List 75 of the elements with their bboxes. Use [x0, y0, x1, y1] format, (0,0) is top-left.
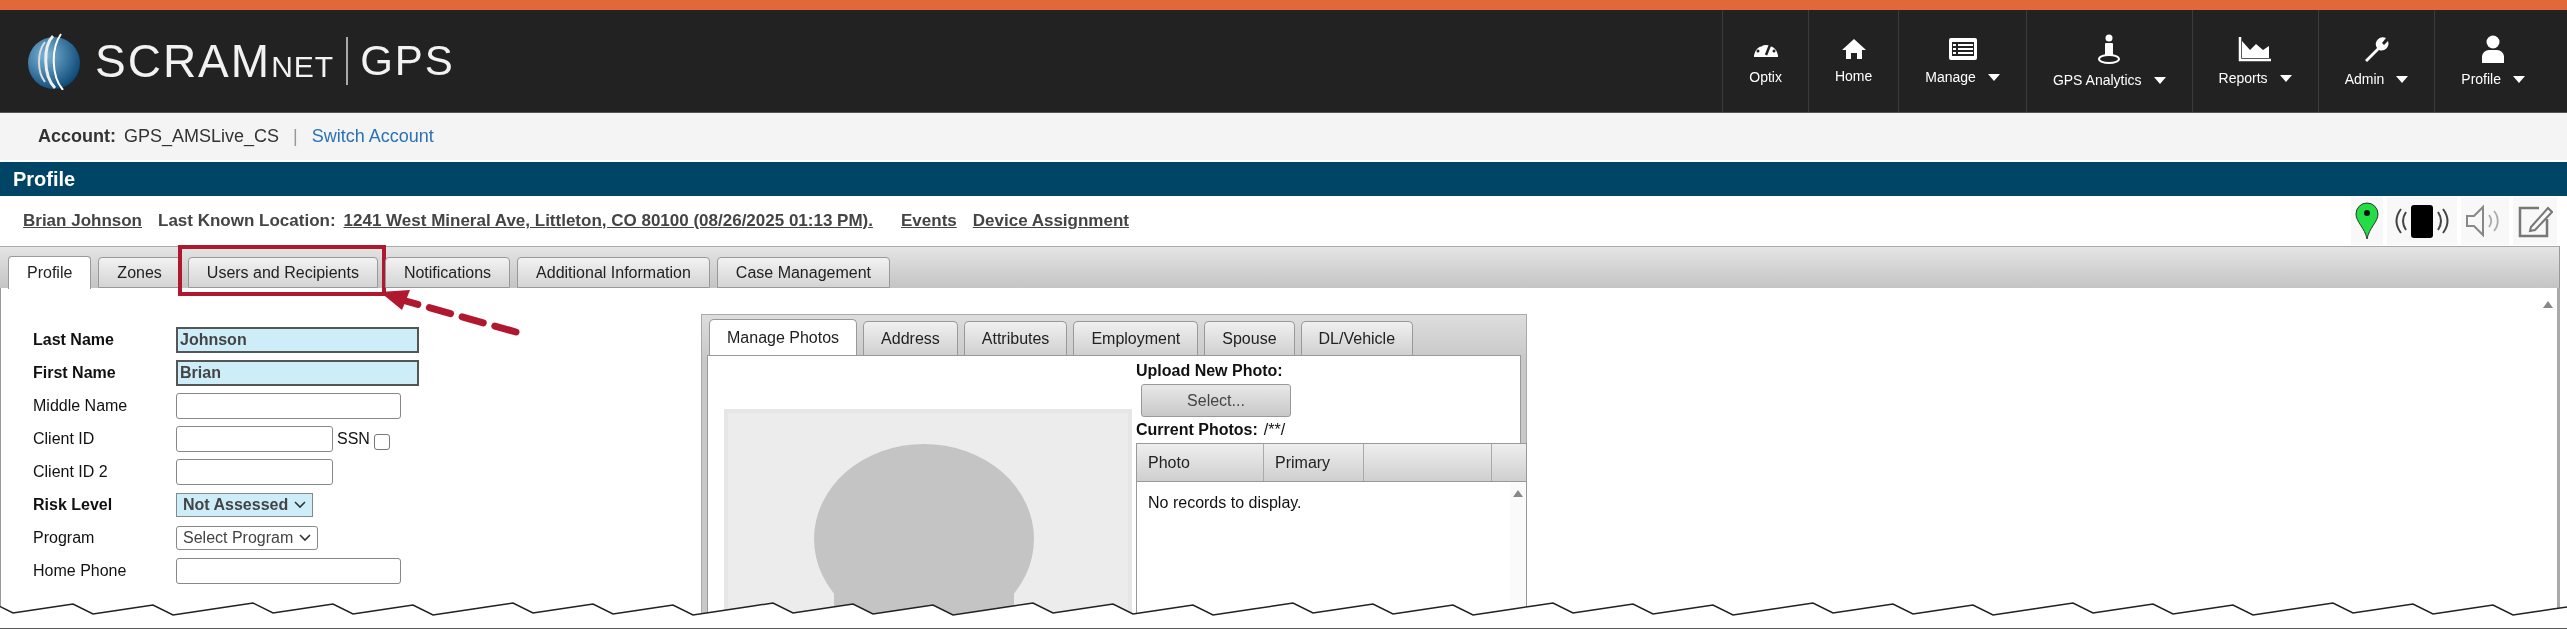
checkbox-label: SSN	[337, 430, 370, 448]
location-link[interactable]: 1241 West Mineral Ave, Littleton, CO 80100 (08/26/2025 01:13 PM).	[343, 211, 873, 231]
field-label: Home Phone	[33, 562, 128, 580]
input-field[interactable]: Johnson	[176, 327, 419, 353]
tab[interactable]: Case Management	[716, 257, 890, 288]
current-photos-value: /**/	[1263, 421, 1286, 439]
tab[interactable]: Manage Photos	[709, 319, 858, 355]
scroll-up-icon[interactable]	[2543, 301, 2553, 308]
field-label: Risk Level	[33, 496, 114, 514]
client-name-link[interactable]: Brian Johnson	[23, 211, 142, 231]
current-photos-label: Current Photos:	[1136, 421, 1258, 439]
nav-button[interactable]: Manage	[1898, 10, 2026, 112]
caret-icon	[2396, 75, 2409, 83]
info-link[interactable]: Events	[901, 211, 957, 231]
caret-icon	[1987, 73, 2000, 81]
field-label: Middle Name	[33, 397, 129, 415]
nav-button[interactable]: Home	[1807, 10, 1899, 112]
scroll-up-icon[interactable]	[1513, 490, 1523, 497]
caret-icon	[2279, 74, 2292, 82]
caret-icon	[2153, 76, 2166, 84]
location-label: Last Known Location:	[158, 211, 336, 231]
person-pin-icon	[2097, 34, 2122, 64]
separator: |	[293, 126, 298, 147]
info-link[interactable]: Device Assignment	[972, 211, 1129, 231]
account-label: Account:	[38, 126, 116, 147]
area-chart-icon	[2238, 36, 2273, 62]
field-label: First Name	[33, 364, 117, 382]
input-field[interactable]	[176, 558, 401, 584]
tab[interactable]: Additional Information	[517, 257, 710, 288]
tab[interactable]: Spouse	[1204, 321, 1295, 355]
upload-label: Upload New Photo:	[1136, 362, 1284, 380]
device-signal-icon[interactable]	[2387, 197, 2457, 245]
tab[interactable]: Address	[863, 321, 958, 355]
tab[interactable]: Notifications	[384, 257, 511, 288]
list-icon	[1947, 37, 1978, 61]
tab[interactable]: DL/Vehicle	[1300, 321, 1414, 355]
edit-icon[interactable]	[2513, 197, 2557, 245]
home-icon	[1840, 38, 1867, 60]
tab[interactable]: Profile	[8, 256, 92, 289]
logo-icon	[25, 32, 83, 90]
empty-message: No records to display.	[1147, 493, 1303, 513]
select-field[interactable]: Select Program	[176, 526, 319, 550]
tab[interactable]: Zones	[98, 257, 181, 288]
tab[interactable]: Attributes	[963, 321, 1068, 355]
column-header[interactable]: Photo	[1137, 444, 1264, 481]
speaker-icon[interactable]	[2461, 197, 2509, 245]
account-name: GPS_AMSLive_CS	[124, 126, 280, 147]
logo-wordmark: SCRAM NET	[95, 34, 335, 88]
tab[interactable]: Employment	[1073, 321, 1199, 355]
chevron-icon	[299, 534, 312, 542]
nav-button[interactable]: Reports	[2191, 10, 2318, 112]
select-button[interactable]: Select...	[1141, 384, 1291, 417]
field-label: Program	[33, 529, 96, 547]
input-field[interactable]	[176, 393, 401, 419]
input-field[interactable]: Brian	[176, 360, 419, 386]
product-name: GPS	[346, 37, 455, 85]
user-icon	[2481, 35, 2506, 63]
chevron-icon	[294, 501, 307, 509]
tab[interactable]: Users and Recipients	[187, 257, 378, 288]
location-pin-icon[interactable]	[2351, 197, 2383, 245]
input-field[interactable]	[176, 426, 333, 452]
switch-account-link[interactable]: Switch Account	[311, 126, 434, 147]
checkbox[interactable]	[373, 434, 390, 450]
field-label: Client ID 2	[33, 463, 109, 481]
field-label: Client ID	[33, 430, 96, 448]
input-field[interactable]	[176, 459, 333, 485]
select-field[interactable]: Not Assessed	[176, 493, 314, 517]
column-header[interactable]: Primary	[1264, 444, 1364, 481]
field-label: Last Name	[33, 331, 115, 349]
nav-button[interactable]: Profile	[2434, 10, 2551, 112]
nav-button[interactable]: Optix	[1722, 10, 1808, 112]
nav-button[interactable]: GPS Analytics	[2025, 10, 2192, 112]
page-title: Profile	[13, 167, 76, 191]
nav-button[interactable]: Admin	[2317, 10, 2435, 112]
caret-icon	[2513, 75, 2525, 83]
